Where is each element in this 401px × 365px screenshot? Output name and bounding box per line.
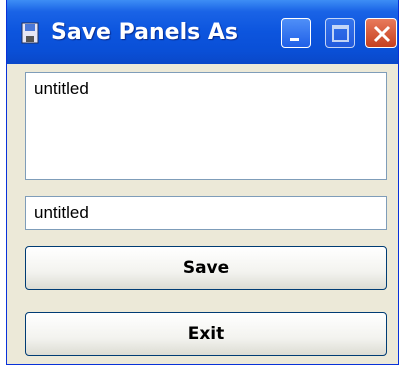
save-button[interactable]: Save [25, 246, 387, 290]
minimize-button[interactable] [281, 18, 311, 48]
close-icon [373, 25, 391, 43]
minimize-icon [290, 38, 299, 41]
title-bar[interactable]: Save Panels As [7, 0, 398, 64]
maximize-icon [332, 25, 349, 42]
save-panels-dialog: Save Panels As untitled untitled Save Ex… [6, 0, 399, 365]
window-title: Save Panels As [51, 20, 238, 45]
filename-input[interactable]: untitled [25, 196, 387, 230]
close-button[interactable] [365, 18, 397, 48]
exit-button[interactable]: Exit [25, 312, 387, 356]
panel-list-box[interactable]: untitled [25, 72, 387, 180]
panel-list-item[interactable]: untitled [34, 79, 89, 98]
floppy-disk-icon [21, 22, 39, 44]
maximize-button[interactable] [325, 18, 355, 48]
dialog-content: untitled untitled Save Exit [7, 64, 398, 364]
